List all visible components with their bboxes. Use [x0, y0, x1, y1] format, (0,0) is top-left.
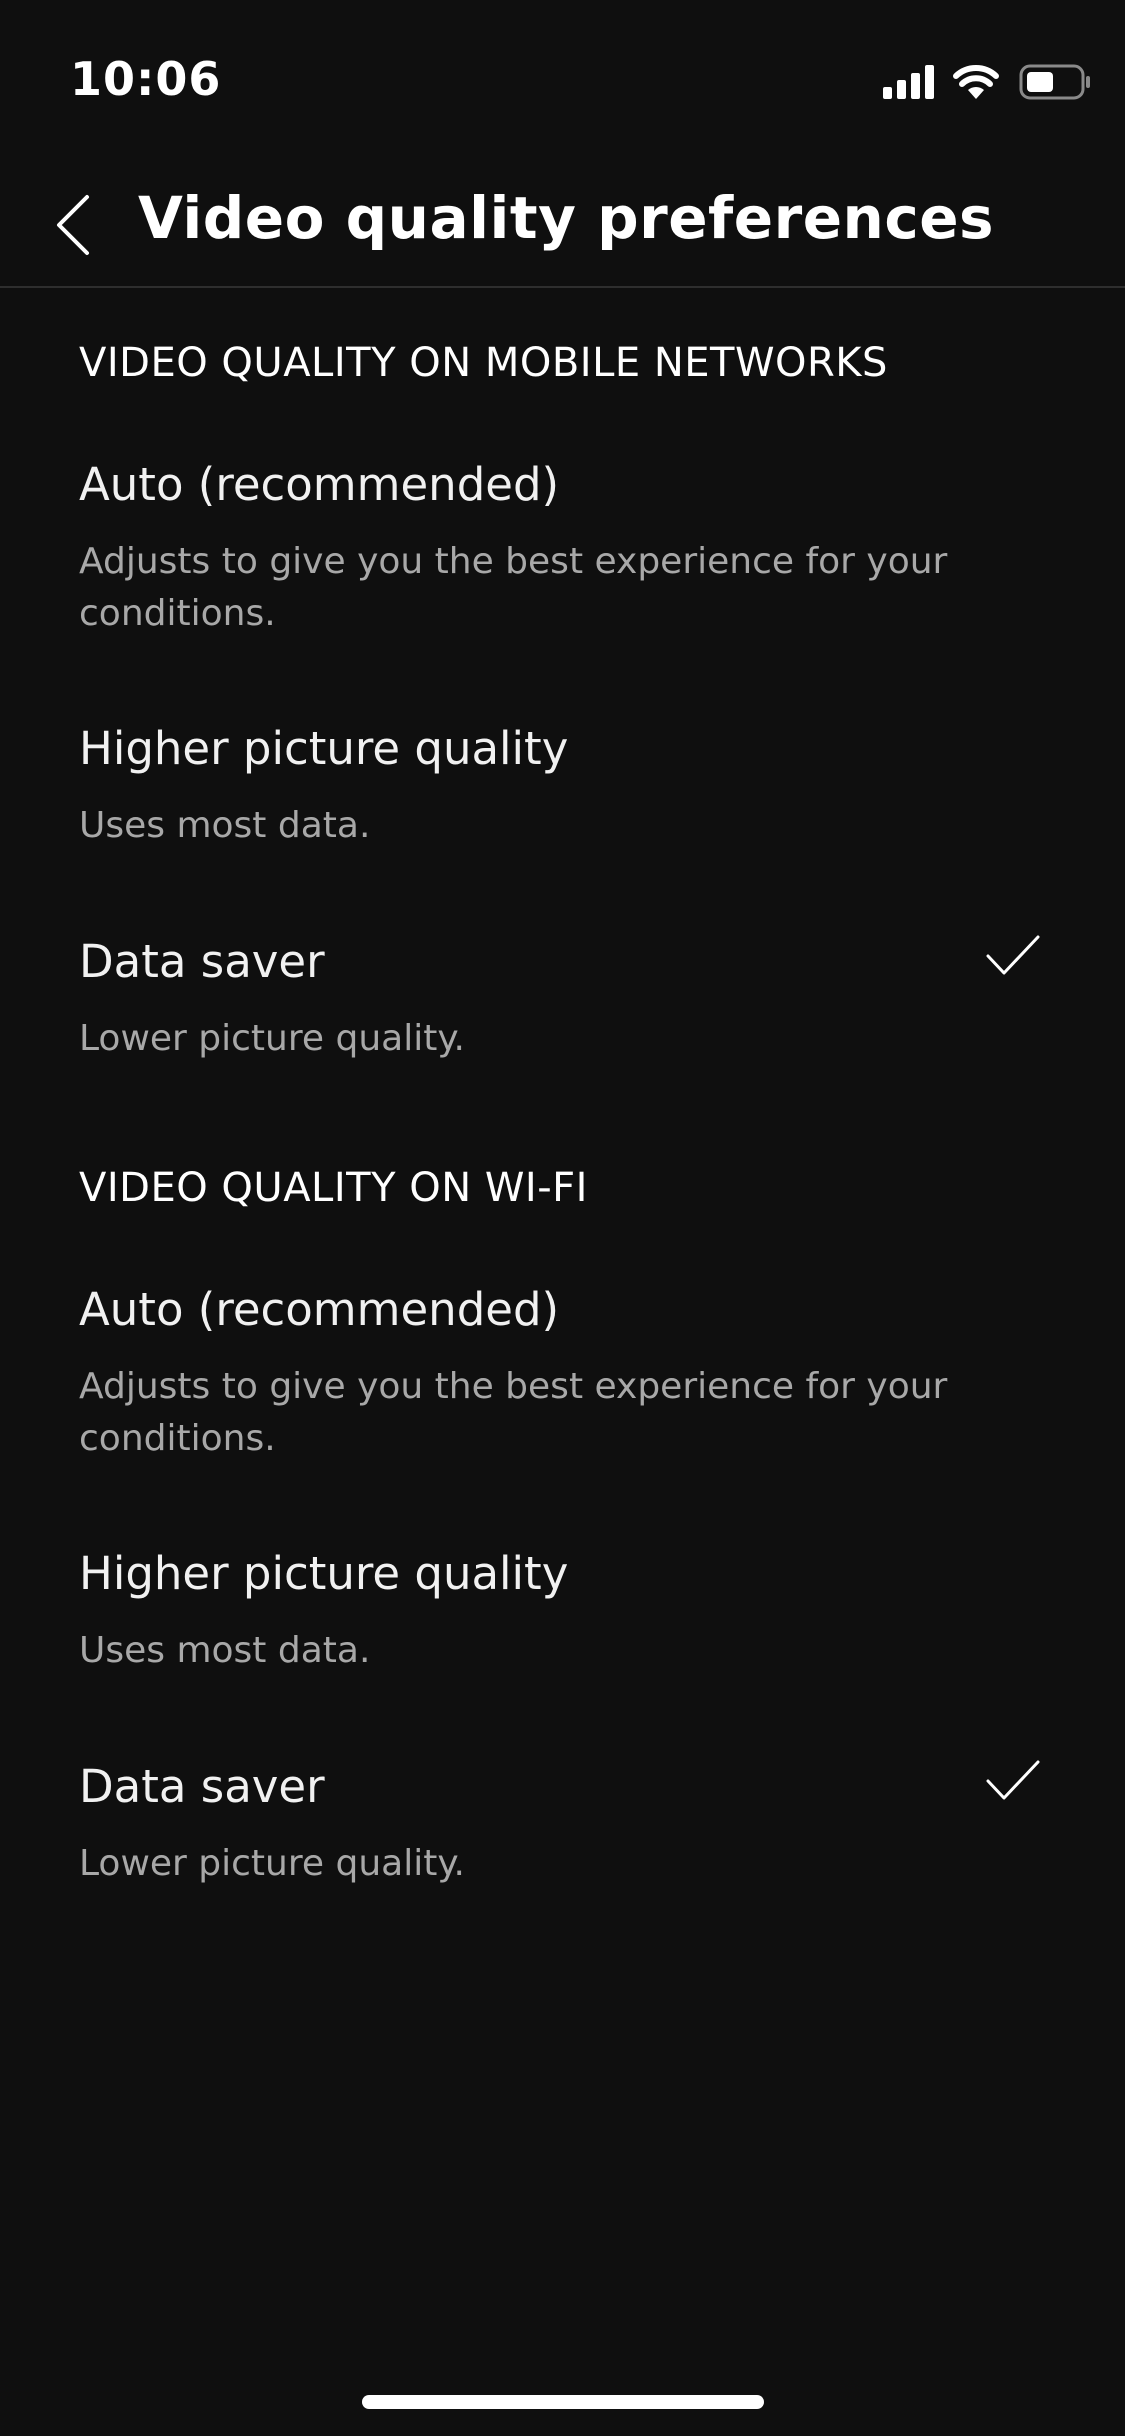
- option-description: Lower picture quality.: [79, 1843, 465, 1884]
- option-label: Auto (recommended): [79, 1283, 560, 1336]
- header-bar: Video quality preferences: [0, 160, 1125, 288]
- status-bar: 10:06: [0, 0, 1125, 140]
- checkmark-icon: [986, 1760, 1040, 1800]
- option-description: Uses most data.: [79, 805, 371, 846]
- section-header-wifi: VIDEO QUALITY ON WI-FI: [79, 1165, 588, 1211]
- home-indicator[interactable]: [362, 2395, 764, 2409]
- option-label: Higher picture quality: [79, 1547, 569, 1600]
- back-button[interactable]: [28, 180, 118, 270]
- option-wifi-data-saver[interactable]: Data saver Lower picture quality.: [0, 1760, 1125, 1900]
- option-label: Auto (recommended): [79, 458, 560, 511]
- option-description: Lower picture quality.: [79, 1018, 465, 1059]
- option-mobile-auto[interactable]: Auto (recommended) Adjusts to give you t…: [0, 458, 1125, 658]
- option-label: Data saver: [79, 935, 325, 988]
- battery-icon: [1019, 64, 1090, 100]
- option-mobile-higher-quality[interactable]: Higher picture quality Uses most data.: [0, 722, 1125, 862]
- page-title: Video quality preferences: [138, 184, 995, 252]
- option-label: Data saver: [79, 1760, 325, 1813]
- checkmark-icon: [986, 935, 1040, 975]
- option-description: Adjusts to give you the best experience …: [79, 541, 948, 634]
- option-description: Uses most data.: [79, 1630, 371, 1671]
- option-wifi-auto[interactable]: Auto (recommended) Adjusts to give you t…: [0, 1283, 1125, 1483]
- option-description: Adjusts to give you the best experience …: [79, 1366, 948, 1459]
- option-label: Higher picture quality: [79, 722, 569, 775]
- option-mobile-data-saver[interactable]: Data saver Lower picture quality.: [0, 935, 1125, 1075]
- status-icons: [883, 60, 1091, 104]
- option-wifi-higher-quality[interactable]: Higher picture quality Uses most data.: [0, 1547, 1125, 1687]
- status-time: 10:06: [70, 52, 222, 106]
- signal-icon: [883, 65, 934, 99]
- wifi-icon: [953, 65, 999, 99]
- section-header-mobile: VIDEO QUALITY ON MOBILE NETWORKS: [79, 340, 888, 386]
- chevron-left-icon: [57, 195, 89, 255]
